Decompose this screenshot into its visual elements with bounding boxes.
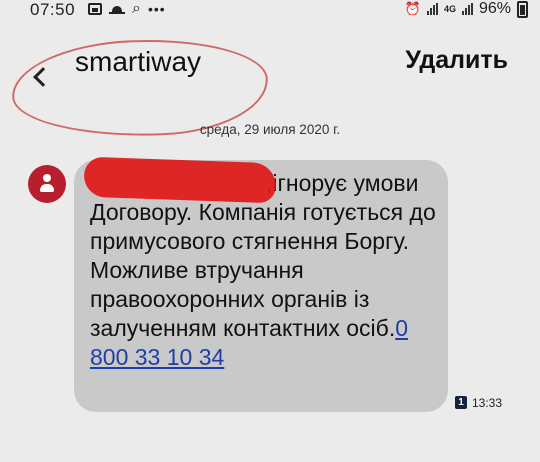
signal-icon: [426, 3, 438, 15]
weather-icon: [109, 4, 125, 14]
status-icons-right: ⏰ 4G 96%: [405, 0, 528, 18]
date-separator: среда, 29 июля 2020 г.: [199, 122, 341, 137]
contact-title: smartiway: [75, 46, 202, 77]
avatar[interactable]: [28, 165, 66, 203]
message-time: 13:33: [472, 396, 503, 410]
status-bar: 07:50 ⌕ ••• ⏰ 4G 96%: [0, 0, 540, 22]
search-icon: ⌕: [132, 0, 141, 17]
more-icon: •••: [147, 1, 166, 17]
gallery-icon: [88, 3, 102, 15]
redaction-mark: [83, 156, 277, 204]
network-type: 4G: [443, 3, 456, 14]
alarm-icon: ⏰: [404, 1, 421, 16]
conversation-header: smartiway Удалить: [0, 28, 540, 141]
delete-button[interactable]: Удалить: [405, 46, 508, 75]
status-icons-left: ⌕ •••: [88, 1, 166, 17]
signal-icon-2: [461, 3, 473, 15]
status-time: 07:50: [30, 0, 76, 19]
battery-percent: 96%: [478, 0, 511, 17]
battery-icon: [517, 0, 528, 18]
sim-badge: 1: [455, 396, 467, 409]
